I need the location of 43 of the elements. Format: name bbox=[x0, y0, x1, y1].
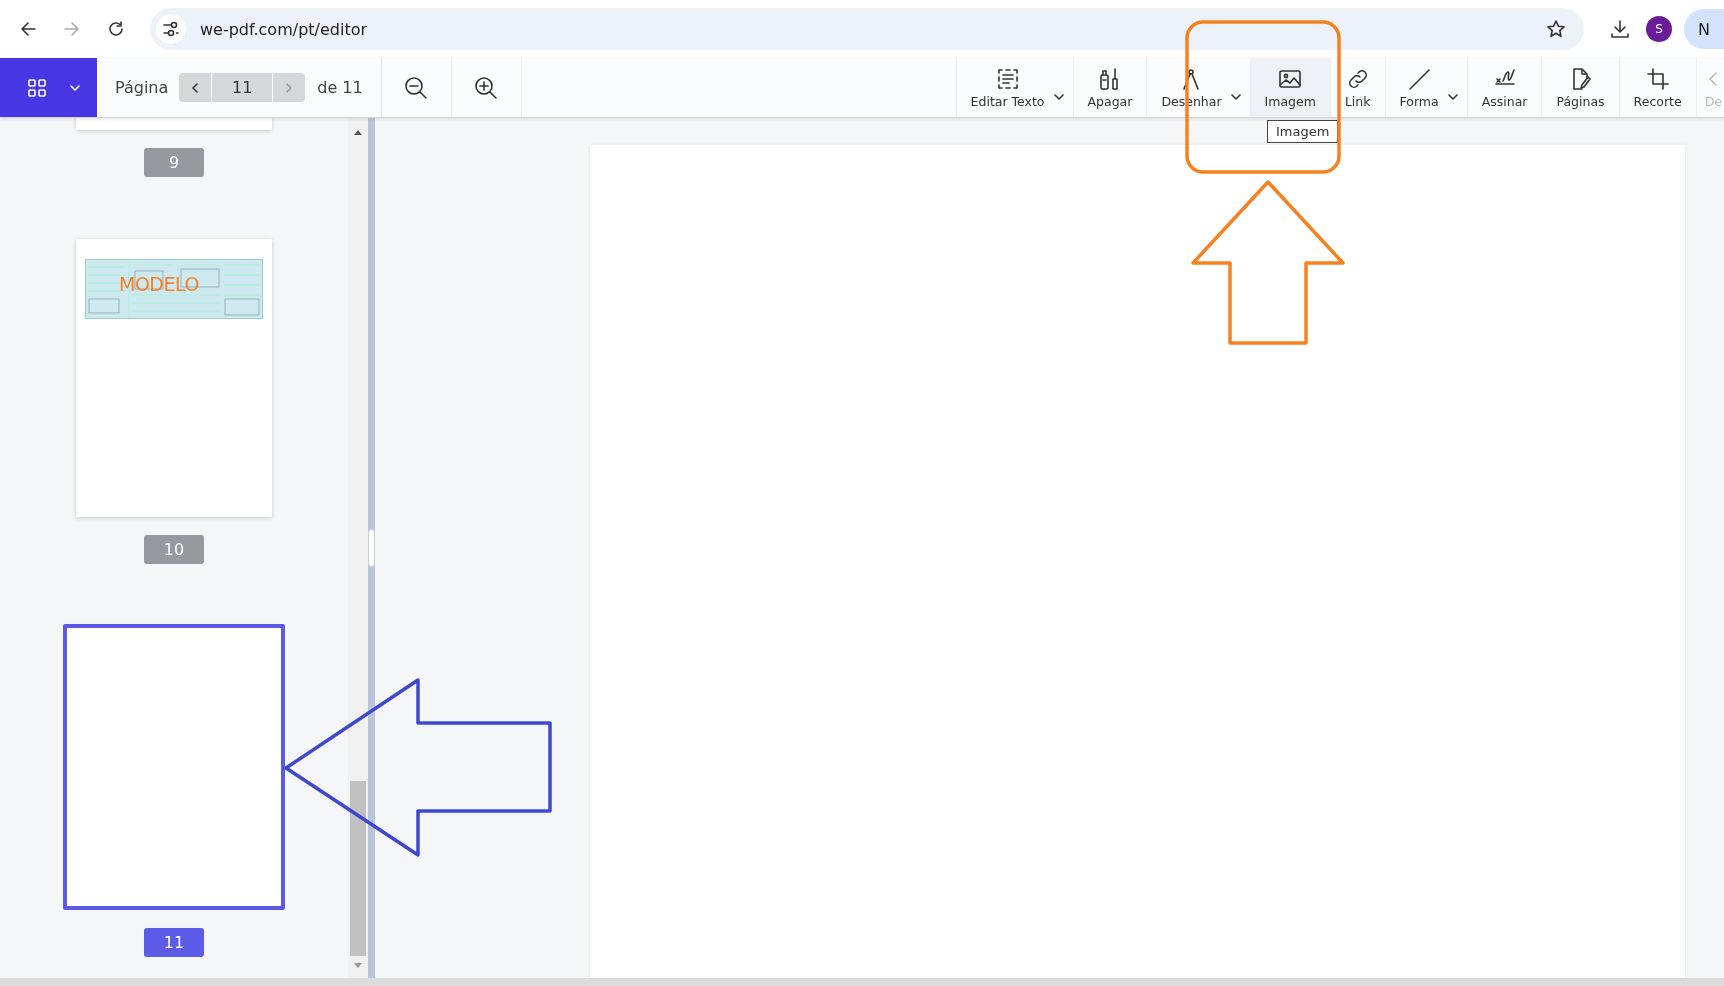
line-icon bbox=[1407, 66, 1432, 91]
tool-button[interactable]: Imagem bbox=[1249, 58, 1330, 117]
scroll-down-icon bbox=[353, 962, 363, 970]
page-number: 9 bbox=[144, 148, 204, 177]
tool-button[interactable]: Assinar bbox=[1466, 58, 1542, 117]
forward-arrow-icon bbox=[63, 20, 81, 38]
scrollbar[interactable] bbox=[348, 118, 368, 978]
page-number: 11 bbox=[144, 928, 204, 957]
tool-button[interactable]: Editar Texto bbox=[955, 58, 1049, 117]
sliders-icon bbox=[162, 20, 180, 38]
thumbnails-menu-button[interactable] bbox=[0, 58, 97, 117]
crop-icon bbox=[1645, 66, 1670, 91]
previous-page-button[interactable] bbox=[179, 73, 212, 102]
page-total: de 11 bbox=[317, 58, 382, 117]
page-thumbnail[interactable] bbox=[63, 624, 285, 910]
grid-icon bbox=[26, 77, 47, 98]
scrollbar-thumb[interactable] bbox=[350, 781, 366, 956]
next-page-button[interactable] bbox=[273, 73, 306, 102]
zoom-out-icon bbox=[403, 74, 430, 101]
url-text: we-pdf.com/pt/editor bbox=[200, 19, 369, 39]
resize-handle[interactable] bbox=[368, 529, 375, 567]
page-number: 10 bbox=[144, 535, 204, 564]
reload-icon bbox=[107, 20, 125, 38]
site-settings-button[interactable] bbox=[156, 14, 186, 44]
scroll-up-icon bbox=[353, 128, 363, 136]
tool-button[interactable]: Apagar bbox=[1072, 58, 1147, 117]
tool-button[interactable]: Páginas bbox=[1541, 58, 1619, 117]
tool-button[interactable]: Forma bbox=[1384, 58, 1443, 117]
horizontal-scrollbar[interactable] bbox=[0, 978, 1724, 986]
tool-button[interactable]: Link bbox=[1329, 58, 1385, 117]
page-number-field[interactable]: 11 bbox=[212, 73, 273, 102]
zoom-in-icon bbox=[473, 74, 500, 101]
back-arrow-icon bbox=[19, 20, 37, 38]
tool-button[interactable]: Recorte bbox=[1618, 58, 1696, 117]
profile-avatar[interactable]: S bbox=[1646, 16, 1672, 42]
account-button[interactable]: N bbox=[1684, 9, 1724, 49]
address-bar[interactable]: we-pdf.com/pt/editor bbox=[150, 8, 1584, 50]
tooltip: Imagem bbox=[1267, 120, 1339, 143]
download-icon bbox=[1609, 18, 1631, 40]
star-icon bbox=[1546, 19, 1566, 39]
page-label: Página bbox=[115, 78, 169, 97]
watermark-text: MODELO bbox=[119, 273, 199, 295]
text-frame-icon bbox=[995, 66, 1020, 91]
